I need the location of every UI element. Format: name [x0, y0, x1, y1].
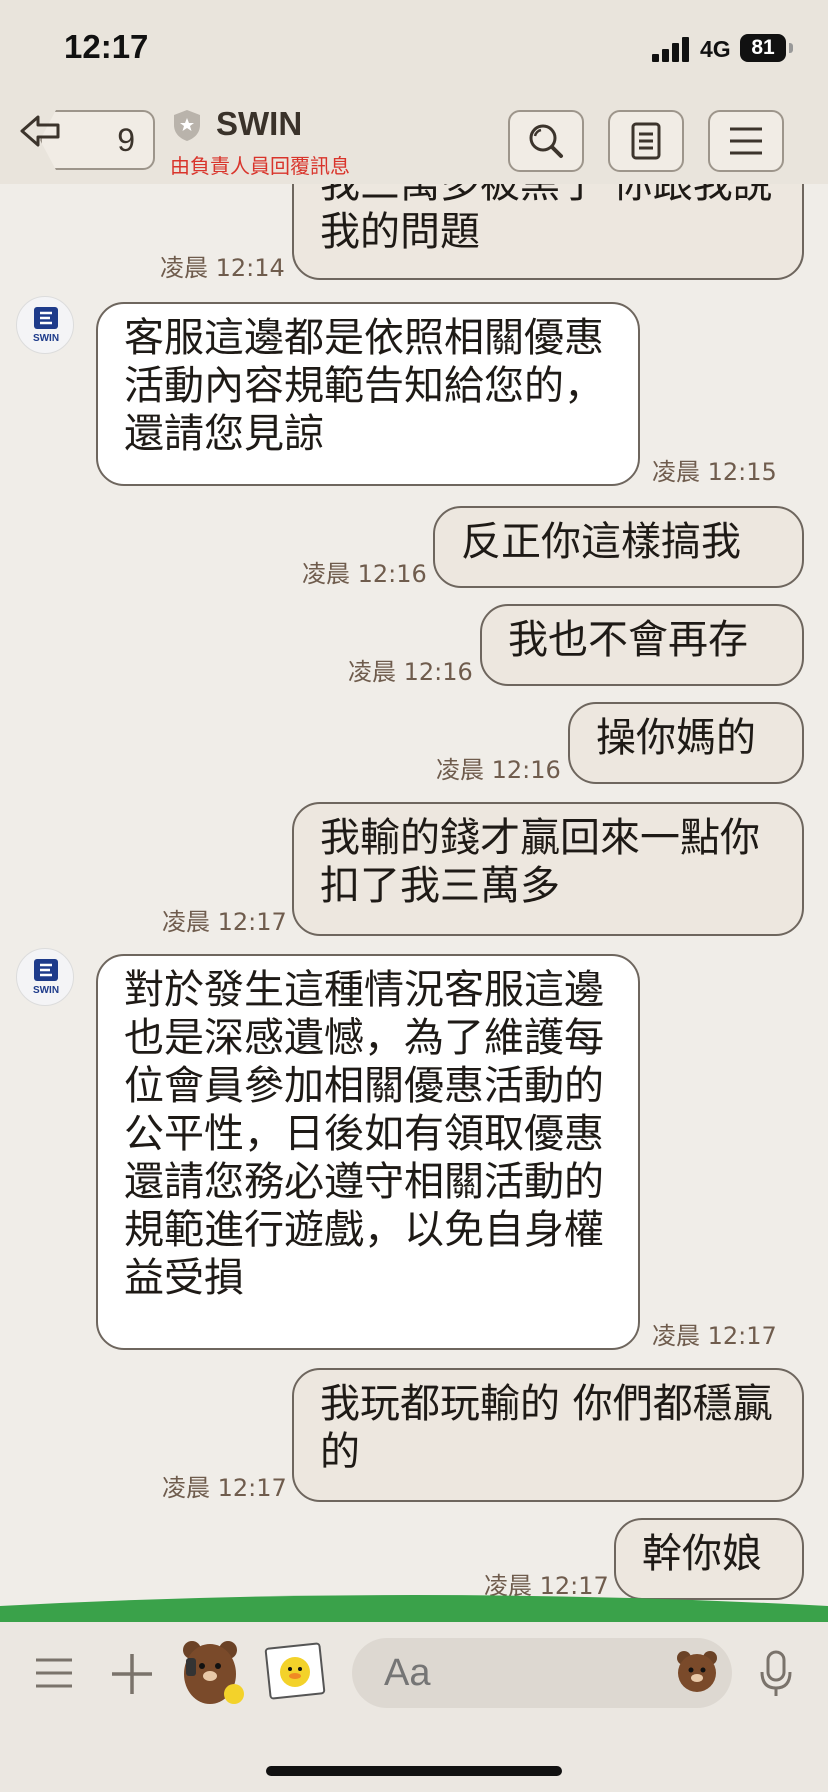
home-indicator [266, 1766, 562, 1776]
message-bubble-outgoing[interactable]: 我三萬多被黑了 你跟我說我的問題 [292, 184, 804, 280]
message-time: 凌晨 12:16 [302, 560, 427, 588]
message-time: 凌晨 12:15 [652, 458, 777, 486]
message-text: 我也不會再存 [508, 617, 748, 663]
shield-icon [174, 110, 200, 141]
plus-icon[interactable] [110, 1652, 154, 1696]
network-type: 4G [700, 36, 731, 62]
message-text: 幹你娘 [642, 1531, 762, 1577]
menu-icon [730, 127, 762, 155]
hamburger-icon[interactable] [34, 1656, 74, 1690]
message-bubble-outgoing[interactable]: 我也不會再存 [480, 604, 804, 686]
chat-title: SWIN [216, 105, 303, 142]
battery-icon: 81 [740, 34, 786, 62]
message-composer [0, 1622, 828, 1792]
status-bar: 12:17 4G 81 [0, 0, 828, 100]
message-text: 對於發生這種情況客服這邊也是深感遺憾，為了維護每位會員參加相關優惠活動的公平性，… [124, 967, 604, 1301]
status-time: 12:17 [64, 28, 149, 65]
message-text: 我玩都玩輸的 你們都穩贏的 [320, 1381, 773, 1475]
message-text: 反正你這樣搞我 [461, 519, 741, 565]
search-button[interactable] [508, 110, 584, 172]
message-bubble-outgoing[interactable]: 我輸的錢才贏回來一點你扣了我三萬多 [292, 802, 804, 936]
bear-emoji-icon[interactable] [674, 1648, 720, 1694]
notes-button[interactable] [608, 110, 684, 172]
search-icon [529, 124, 563, 158]
message-time: 凌晨 12:14 [160, 254, 285, 282]
avatar[interactable]: SWIN [16, 296, 74, 354]
message-bubble-outgoing[interactable]: 反正你這樣搞我 [433, 506, 804, 588]
back-arrow-icon [20, 115, 60, 147]
swin-logo-icon: SWIN [33, 307, 59, 344]
message-time: 凌晨 12:17 [162, 1474, 287, 1502]
chat-header: 9 SWIN 由負責人員回覆訊息 [0, 100, 828, 184]
signal-icon [652, 36, 692, 62]
message-time: 凌晨 12:17 [652, 1322, 777, 1350]
message-bubble-outgoing[interactable]: 幹你娘 [614, 1518, 804, 1600]
message-bubble-outgoing[interactable]: 操你媽的 [568, 702, 804, 784]
menu-button[interactable] [708, 110, 784, 172]
message-time: 凌晨 12:17 [162, 908, 287, 936]
chat-area[interactable]: 我三萬多被黑了 你跟我說我的問題 凌晨 12:14 SWIN 客服這邊都是依照相… [0, 184, 828, 1620]
swin-logo-icon: SWIN [33, 959, 59, 996]
svg-text:SWIN: SWIN [33, 985, 59, 996]
message-text: 客服這邊都是依照相關優惠活動內容規範告知給您的，還請您見諒 [124, 315, 604, 457]
chat-subtitle: 由負責人員回覆訊息 [170, 154, 350, 178]
message-text: 我輸的錢才贏回來一點你扣了我三萬多 [320, 815, 760, 909]
photo-icon[interactable] [264, 1640, 326, 1702]
bear-sticker-icon[interactable] [178, 1636, 250, 1706]
message-text: 我三萬多被黑了 你跟我說我的問題 [320, 184, 773, 255]
message-time: 凌晨 12:16 [436, 756, 561, 784]
keyboard-hint-wave [0, 1595, 828, 1624]
message-bubble-incoming[interactable]: 客服這邊都是依照相關優惠活動內容規範告知給您的，還請您見諒 [96, 302, 640, 486]
svg-text:SWIN: SWIN [33, 333, 59, 344]
notes-icon [631, 122, 661, 160]
battery-tip [789, 43, 793, 53]
microphone-icon[interactable] [758, 1650, 794, 1698]
message-text: 操你媽的 [596, 715, 756, 761]
message-time: 凌晨 12:16 [348, 658, 473, 686]
avatar[interactable]: SWIN [16, 948, 74, 1006]
message-bubble-incoming[interactable]: 對於發生這種情況客服這邊也是深感遺憾，為了維護每位會員參加相關優惠活動的公平性，… [96, 954, 640, 1350]
unread-count: 9 [117, 121, 135, 158]
message-bubble-outgoing[interactable]: 我玩都玩輸的 你們都穩贏的 [292, 1368, 804, 1502]
